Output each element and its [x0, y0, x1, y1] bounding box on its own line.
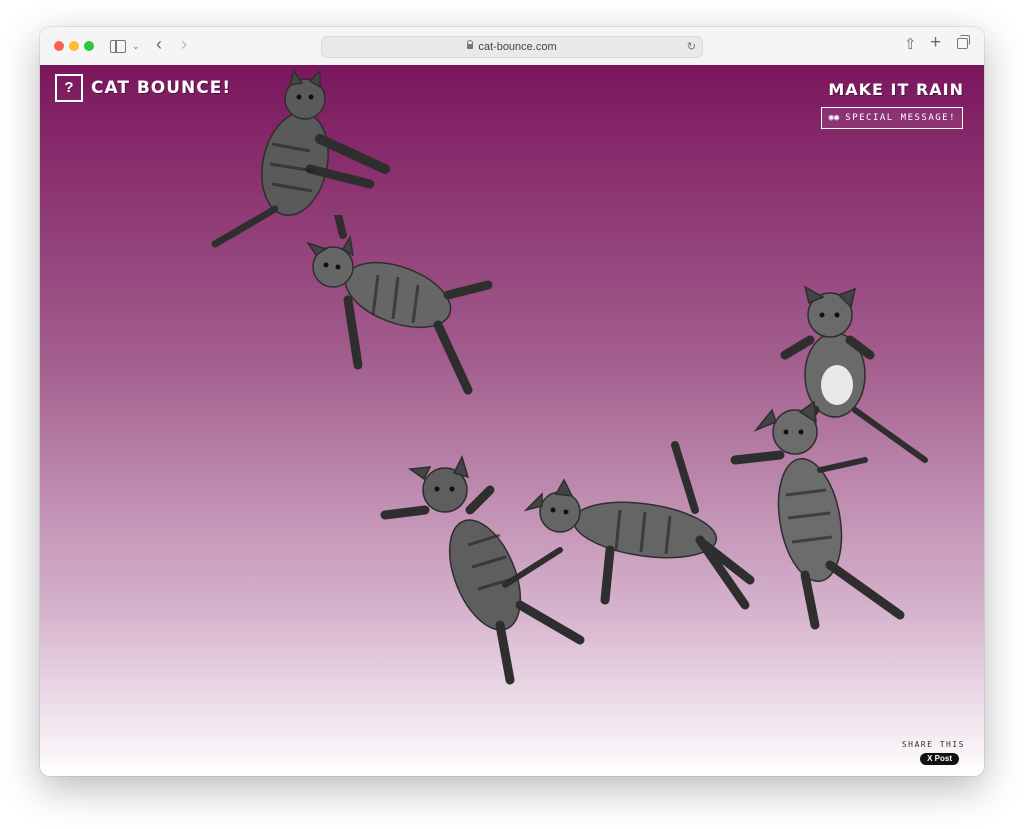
cat-2[interactable] — [298, 215, 498, 405]
new-tab-icon[interactable]: + — [930, 33, 941, 53]
browser-toolbar: ⌄ ‹ › cat-bounce.com ↻ ⇧ + — [40, 27, 984, 66]
special-message-label: SPECIAL MESSAGE! — [845, 113, 956, 123]
help-button[interactable]: ? — [55, 74, 83, 102]
share-this-label: SHARE THIS — [901, 740, 965, 749]
browser-window: ⌄ ‹ › cat-bounce.com ↻ ⇧ + ? CAT BOUNCE!… — [40, 27, 984, 776]
minimize-window-button[interactable] — [69, 41, 79, 51]
back-arrow-icon[interactable]: ‹ — [156, 34, 162, 54]
cat-6[interactable] — [690, 400, 920, 640]
lock-icon — [467, 40, 474, 49]
reload-icon[interactable]: ↻ — [687, 37, 696, 57]
eyes-icon: ◉◉ — [828, 113, 840, 123]
sidebar-icon[interactable] — [110, 40, 126, 53]
tab-overview-icon[interactable] — [957, 35, 970, 49]
cat-bounce-page: ? CAT BOUNCE! MAKE IT RAIN ◉◉ SPECIAL MES… — [40, 65, 984, 776]
make-it-rain-button[interactable]: MAKE IT RAIN — [828, 80, 964, 99]
forward-arrow-icon[interactable]: › — [181, 34, 187, 54]
url-text: cat-bounce.com — [478, 41, 557, 53]
special-message-button[interactable]: ◉◉ SPECIAL MESSAGE! — [821, 107, 963, 129]
chevron-down-icon[interactable]: ⌄ — [132, 36, 140, 56]
x-post-button[interactable]: X Post — [920, 753, 959, 765]
share-icon[interactable]: ⇧ — [904, 35, 917, 55]
zoom-window-button[interactable] — [84, 41, 94, 51]
close-window-button[interactable] — [54, 41, 64, 51]
address-bar[interactable]: cat-bounce.com ↻ — [321, 36, 703, 58]
